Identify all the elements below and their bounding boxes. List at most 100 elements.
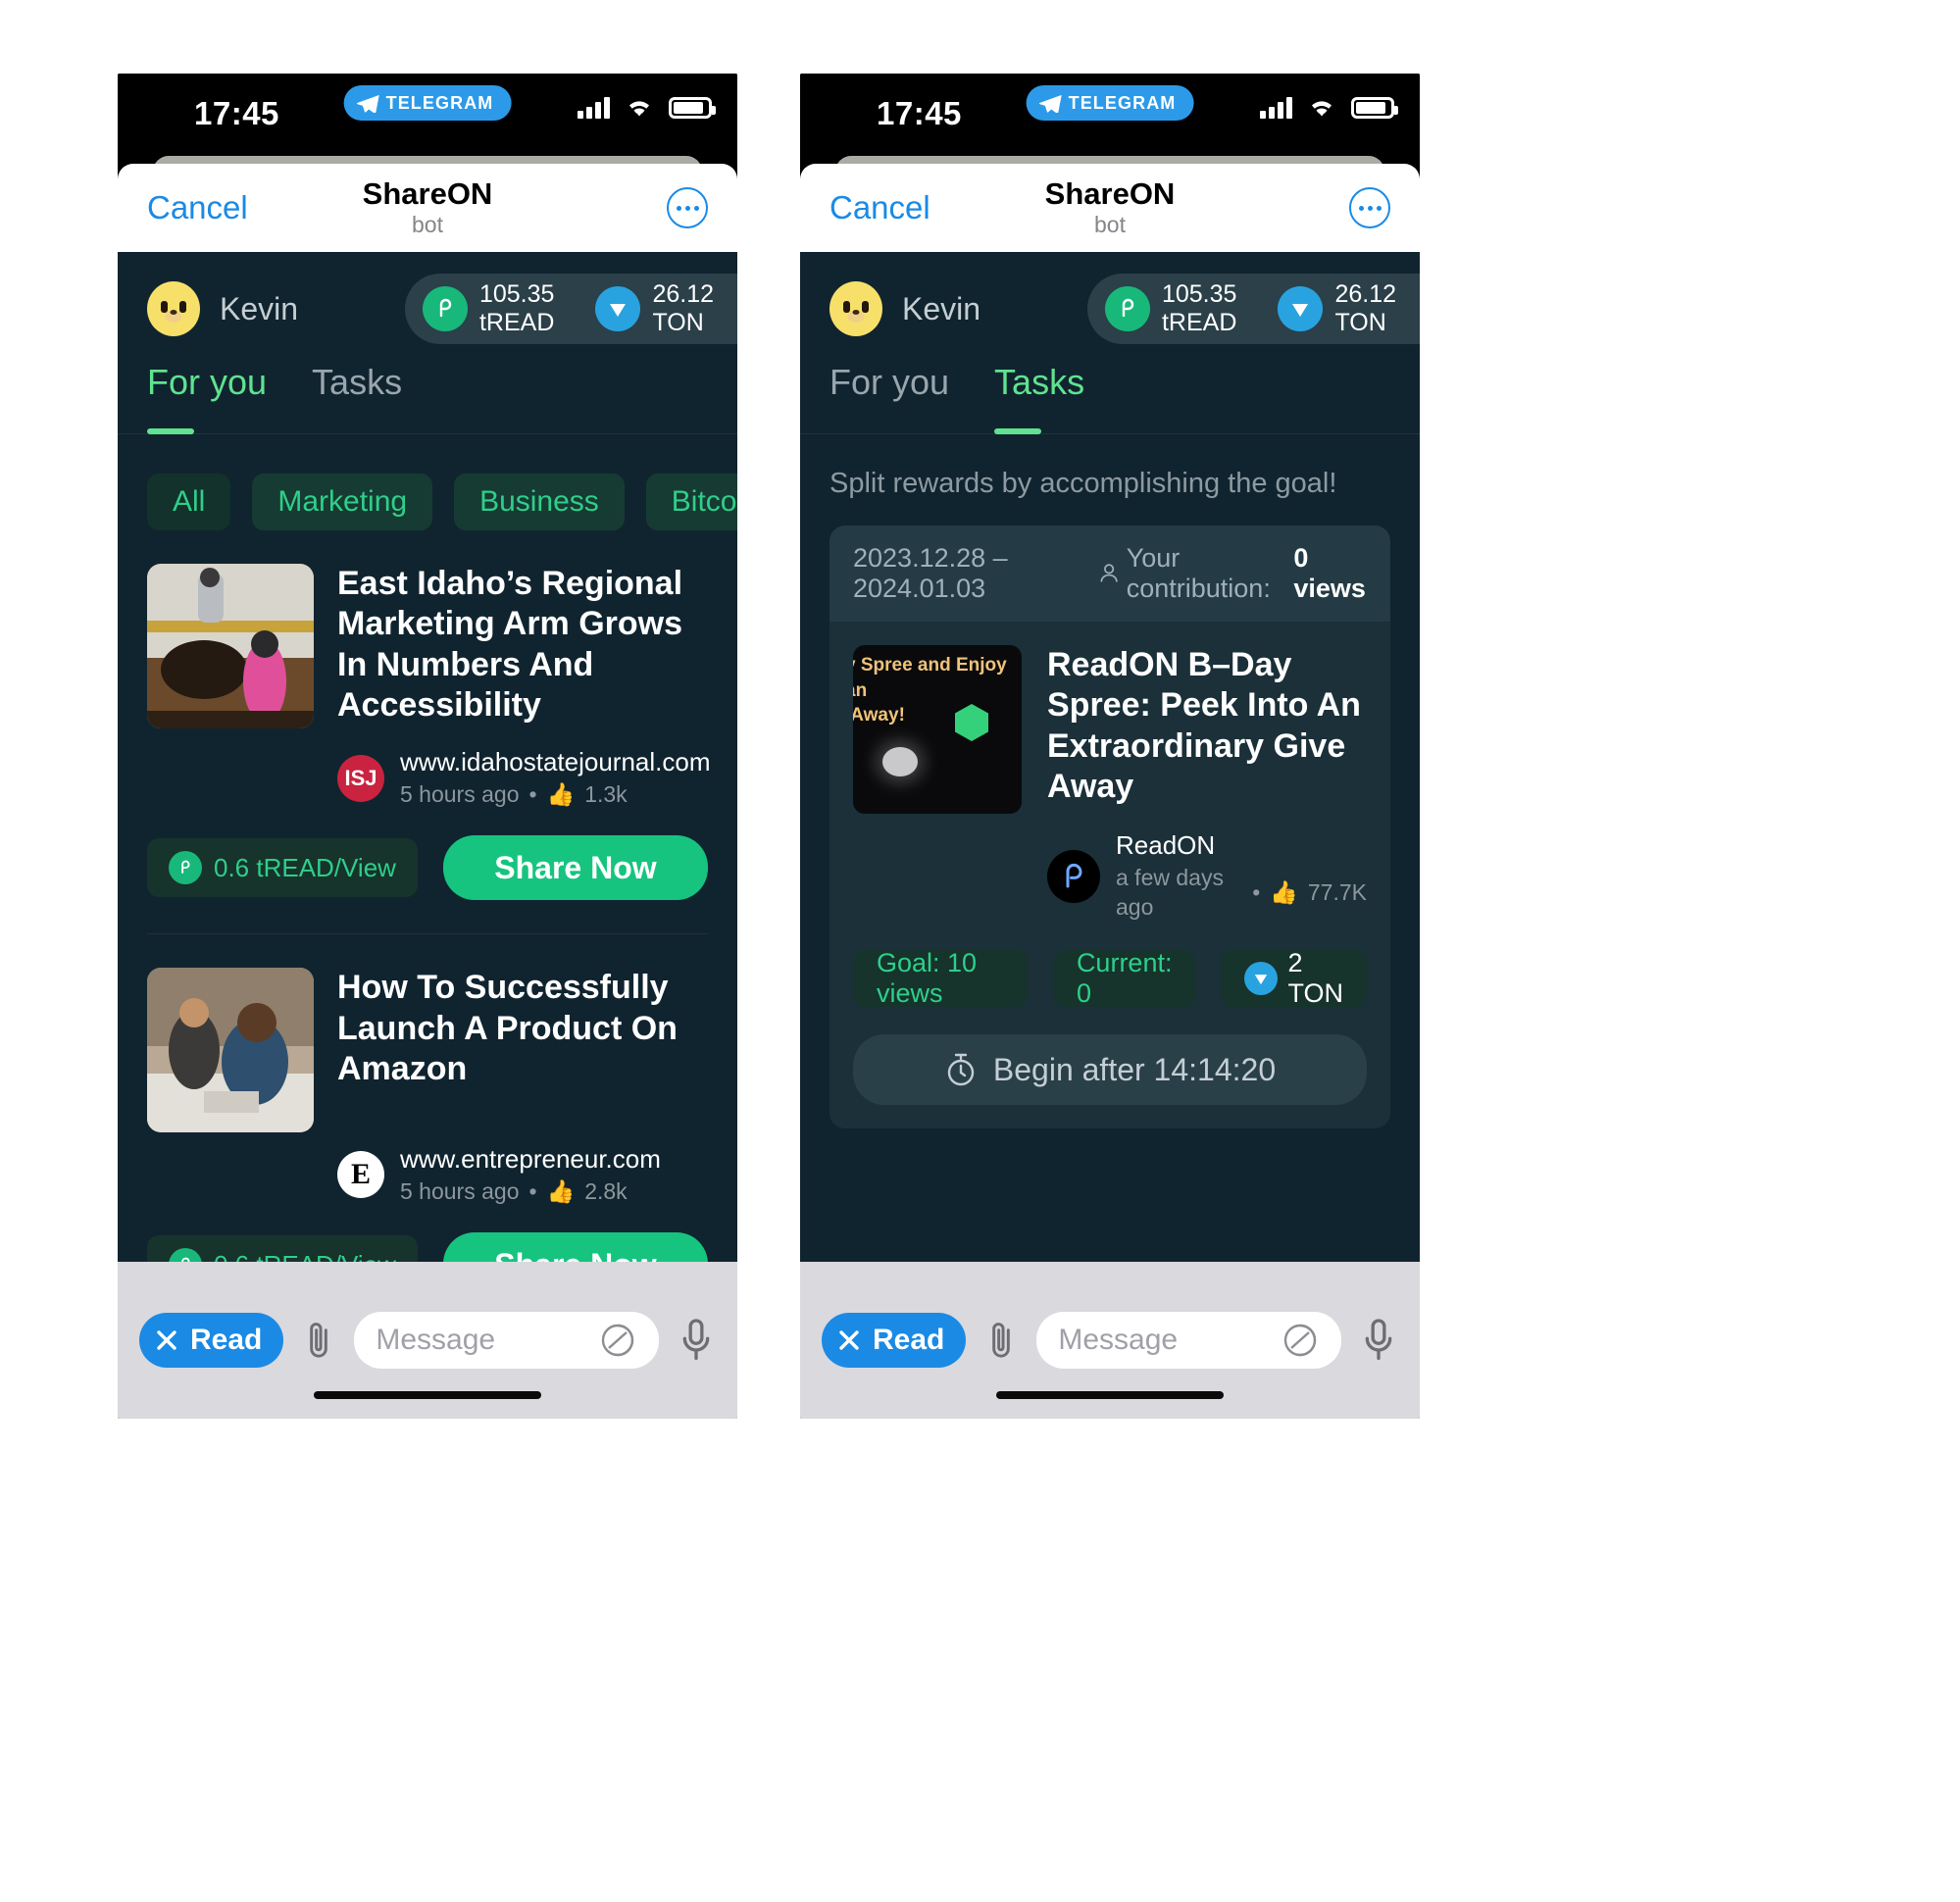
- filter-chips: All Marketing Business Bitcoin T: [118, 434, 737, 530]
- user-bar-right: Kevin 105.35 tREAD 26.12 TON: [800, 252, 1420, 358]
- balance-chips-right[interactable]: 105.35 tREAD 26.12 TON: [1086, 274, 1420, 344]
- meta-dot: •: [528, 1178, 537, 1205]
- balance-ton-text: 26.12 TON: [652, 280, 714, 337]
- balance-tread-currency: tREAD: [478, 309, 555, 336]
- more-dots-icon[interactable]: [1349, 187, 1390, 228]
- phone-left: 17:45 TELEGRAM Cancel ShareON bot Kevin …: [118, 74, 737, 1419]
- nav-bar-right: Cancel ShareON bot: [800, 164, 1420, 252]
- close-x-icon: [157, 1330, 176, 1350]
- read-button[interactable]: Read: [139, 1313, 284, 1368]
- filter-chip-marketing[interactable]: Marketing: [252, 474, 433, 530]
- article-title: East Idaho’s Regional Marketing Arm Grow…: [337, 565, 683, 725]
- tab-for-you[interactable]: For you: [147, 358, 267, 434]
- sticker-icon[interactable]: [1281, 1321, 1320, 1360]
- tread-coin-icon: [422, 286, 468, 331]
- status-clock: 17:45: [194, 95, 279, 131]
- article-meta: 5 hours ago • 👍 1.3k: [400, 780, 711, 810]
- message-input[interactable]: Message: [1036, 1312, 1341, 1369]
- balance-ton[interactable]: 26.12 TON: [1260, 280, 1420, 337]
- balance-ton-currency: TON: [1334, 309, 1386, 336]
- webapp-right: Kevin 105.35 tREAD 26.12 TON For you Tas…: [800, 252, 1420, 1321]
- phone-right: 17:45 TELEGRAM Cancel ShareON bot Kevin …: [800, 74, 1420, 1419]
- paperclip-icon[interactable]: [983, 1319, 1019, 1362]
- telegram-badge-label: TELEGRAM: [1068, 92, 1177, 113]
- begin-after-label: Begin after 14:14:20: [992, 1051, 1277, 1087]
- wifi-icon: [629, 101, 649, 117]
- task-goal-chip: Goal: 10 views: [853, 948, 1028, 1008]
- tab-tasks[interactable]: Tasks: [994, 358, 1084, 434]
- signal-icon: [578, 97, 610, 119]
- like-icon: 👍: [546, 1178, 576, 1205]
- balance-chips-left[interactable]: 105.35 tREAD 26.12 TON: [404, 274, 737, 344]
- telegram-badge-label: TELEGRAM: [385, 92, 494, 113]
- filter-chip-all[interactable]: All: [147, 474, 231, 530]
- battery-icon: [669, 97, 716, 119]
- message-placeholder: Message: [376, 1324, 496, 1356]
- task-card-body: y Spree and Enjoy an Away! ReadON B–Day …: [829, 622, 1390, 1128]
- meta-dot: •: [1252, 879, 1261, 906]
- balance-tread-text: 105.35 tREAD: [479, 280, 554, 337]
- user-bar-left: Kevin 105.35 tREAD 26.12 TON: [118, 252, 737, 358]
- balance-tread[interactable]: 105.35 tREAD: [422, 280, 578, 337]
- read-button[interactable]: Read: [822, 1313, 967, 1368]
- task-source: ReadON a few days ago • 👍 77.7K: [1047, 829, 1367, 923]
- task-date-range: 2023.12.28 – 2024.01.03: [853, 543, 1008, 603]
- close-x-icon: [839, 1330, 859, 1350]
- silver-coin-icon: [882, 747, 918, 776]
- tab-for-you[interactable]: For you: [829, 358, 949, 433]
- user-name: Kevin: [902, 290, 981, 326]
- balance-tread-currency: tREAD: [1161, 309, 1237, 336]
- source-favicon-label: ISJ: [344, 765, 377, 790]
- ton-coin-icon: [1244, 962, 1279, 996]
- article-thumbnail: [147, 564, 314, 728]
- share-now-button[interactable]: Share Now: [442, 835, 708, 901]
- task-likes: 77.7K: [1307, 879, 1367, 906]
- balance-ton[interactable]: 26.12 TON: [578, 280, 737, 337]
- task-reward-chip: 2 TON: [1221, 948, 1367, 1008]
- message-placeholder: Message: [1058, 1324, 1179, 1356]
- nav-bar-left: Cancel ShareON bot: [118, 164, 737, 252]
- task-chips: Goal: 10 views Current: 0 2 TON: [853, 948, 1367, 1008]
- paperclip-icon[interactable]: [301, 1319, 336, 1362]
- list-item[interactable]: East Idaho’s Regional Marketing Arm Grow…: [147, 530, 711, 810]
- balance-tread[interactable]: 105.35 tREAD: [1104, 280, 1260, 337]
- tab-tasks[interactable]: Tasks: [312, 358, 402, 433]
- task-thumbnail-text: y Spree and Enjoy an Away!: [853, 655, 1007, 726]
- task-contribution: Your contribution: 0 views: [1099, 543, 1367, 604]
- tabs-left: For you Tasks: [118, 358, 737, 434]
- task-contribution-label: Your contribution:: [1126, 543, 1271, 603]
- avatar[interactable]: [829, 281, 882, 336]
- article-time: 5 hours ago: [400, 781, 520, 808]
- home-indicator: [996, 1391, 1224, 1399]
- status-clock: 17:45: [877, 95, 962, 131]
- article-source-url: www.entrepreneur.com: [400, 1143, 661, 1174]
- filter-chip-business[interactable]: Business: [454, 474, 625, 530]
- source-favicon-label: E: [350, 1158, 371, 1191]
- task-title: ReadON B–Day Spree: Peek Into An Extraor…: [1047, 646, 1361, 806]
- telegram-badge: TELEGRAM: [1026, 85, 1194, 121]
- status-bar-right: 17:45 TELEGRAM: [800, 74, 1420, 164]
- warehouse-photo: [147, 968, 314, 1133]
- timer-icon: [947, 1053, 975, 1086]
- begin-after-button: Begin after 14:14:20: [853, 1034, 1367, 1106]
- cancel-button-left[interactable]: Cancel: [147, 189, 248, 226]
- wifi-icon: [1312, 101, 1332, 117]
- microphone-icon[interactable]: [677, 1316, 716, 1365]
- list-item[interactable]: How To Successfully Launch A Product On …: [147, 934, 708, 1207]
- microphone-icon[interactable]: [1359, 1316, 1398, 1365]
- article-body: How To Successfully Launch A Product On …: [337, 968, 708, 1207]
- person-icon: [1099, 564, 1118, 582]
- cancel-button-right[interactable]: Cancel: [829, 189, 930, 226]
- sticker-icon[interactable]: [598, 1321, 637, 1360]
- home-indicator: [314, 1391, 541, 1399]
- more-dots-icon[interactable]: [667, 187, 708, 228]
- filter-chip-bitcoin[interactable]: Bitcoin: [645, 474, 737, 530]
- task-card[interactable]: 2023.12.28 – 2024.01.03 Your contributio…: [829, 526, 1390, 1129]
- message-input[interactable]: Message: [354, 1312, 659, 1369]
- user-name: Kevin: [220, 290, 299, 326]
- article-source-url: www.idahostatejournal.com: [400, 746, 711, 776]
- task-thumbnail: y Spree and Enjoy an Away!: [853, 645, 1022, 814]
- article-source: ISJ www.idahostatejournal.com 5 hours ag…: [337, 746, 711, 810]
- status-bar-left: 17:45 TELEGRAM: [118, 74, 737, 164]
- avatar[interactable]: [147, 281, 200, 336]
